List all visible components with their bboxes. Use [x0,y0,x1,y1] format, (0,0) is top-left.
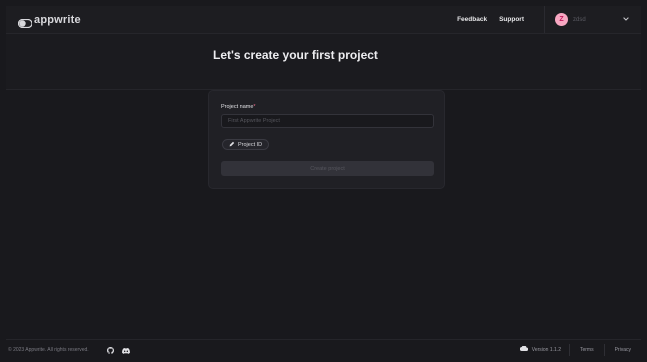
version-text: Version 1.1.2 [531,346,561,353]
user-menu[interactable]: Z zdsd [545,13,641,26]
page-header: Let's create your first project [6,34,641,90]
required-mark: * [253,104,256,110]
cloud-icon [519,345,528,353]
chevron-down-icon[interactable] [623,16,629,23]
footer: © 2023 Appwrite. All rights reserved. Ve… [6,339,641,359]
user-name: zdsd [573,16,586,23]
privacy-link[interactable]: Privacy [605,347,641,353]
pencil-icon [229,141,235,149]
logo-text: appwrite [34,13,81,26]
footer-right: Version 1.1.2 Terms Privacy [519,340,641,359]
project-name-label: Project name* [221,104,256,110]
top-bar: appwrite Feedback Support Z zdsd [6,6,641,34]
project-name-input[interactable] [221,114,434,128]
feedback-link[interactable]: Feedback [457,16,487,23]
discord-icon[interactable] [121,341,130,359]
github-icon[interactable] [106,341,114,359]
support-link[interactable]: Support [499,16,524,23]
copyright-text: © 2023 Appwrite. All rights reserved. [8,346,89,353]
appwrite-logo[interactable]: appwrite [17,13,81,29]
appwrite-logo-icon [17,15,33,29]
create-project-card: Project name* Project ID Create project [208,90,445,189]
page-title: Let's create your first project [213,48,378,62]
create-project-button[interactable]: Create project [221,161,434,176]
version-info: Version 1.1.2 [519,345,561,353]
project-name-label-text: Project name [221,104,254,110]
social-links [106,341,130,359]
top-right-nav: Feedback Support Z zdsd [457,6,641,33]
avatar: Z [555,13,568,26]
project-id-label: Project ID [238,141,263,148]
terms-link[interactable]: Terms [570,347,604,353]
project-id-tag[interactable]: Project ID [222,139,270,150]
